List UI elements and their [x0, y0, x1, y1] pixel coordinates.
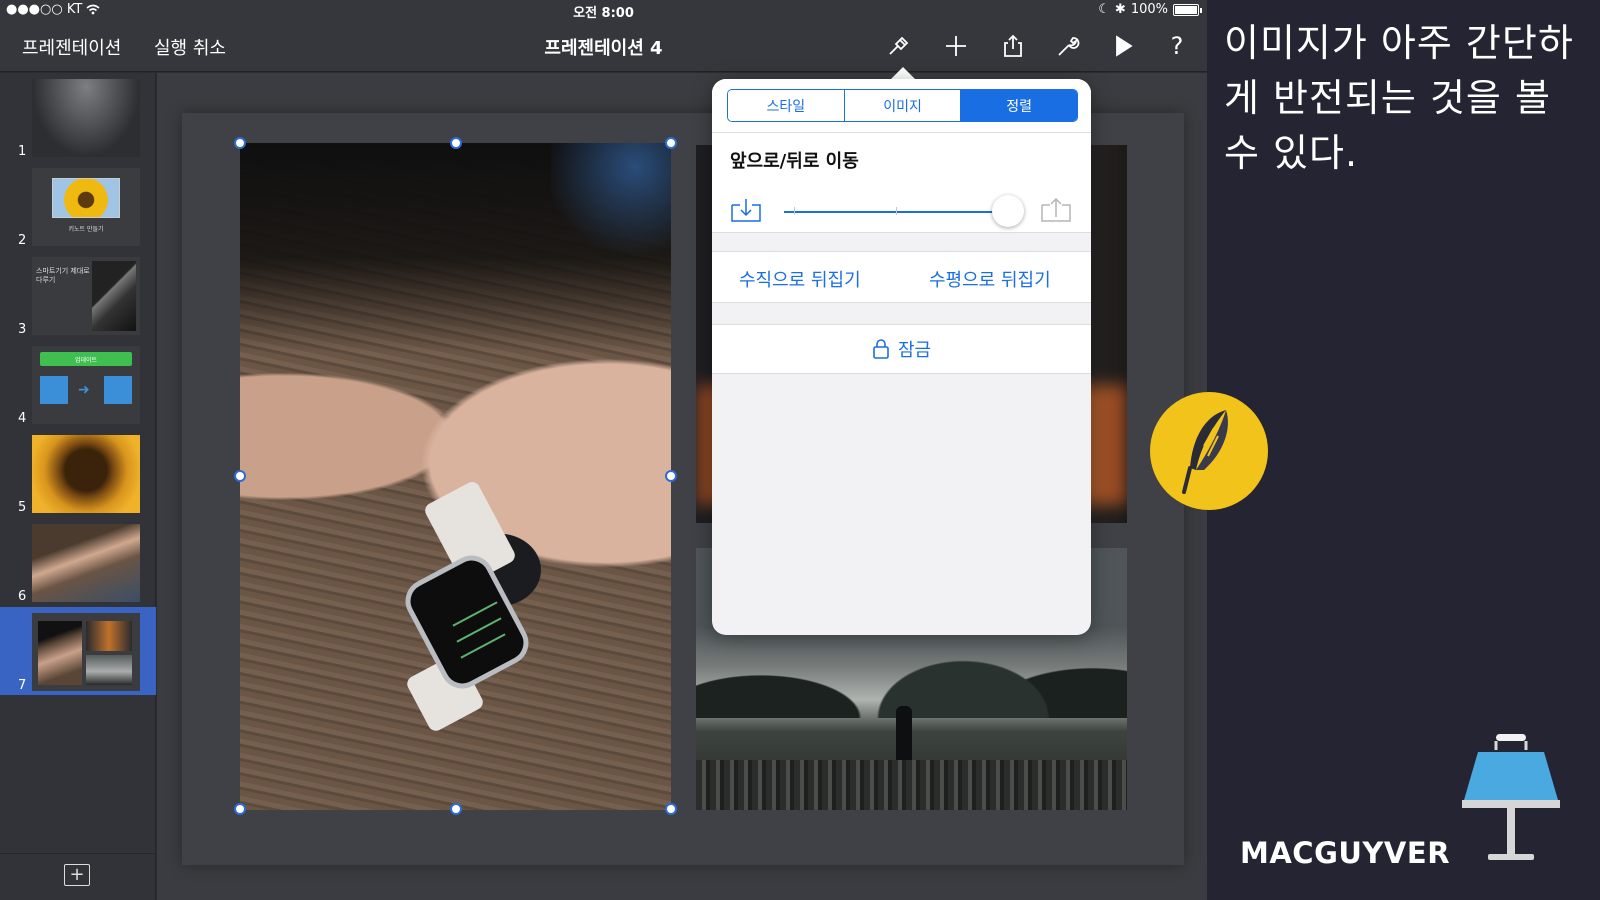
slide-4-caption: 업데이트 — [74, 357, 98, 364]
slide-5-preview — [32, 435, 140, 513]
selected-image-watch[interactable] — [240, 143, 671, 810]
slide-number: 6 — [18, 589, 27, 604]
move-forward-back-section: 앞으로/뒤로 이동 — [712, 133, 1091, 233]
segmented-control: 스타일 이미지 정렬 — [727, 89, 1078, 122]
resize-handle-top-right[interactable] — [665, 137, 677, 149]
status-bar: ●●●○○ KT 오전 8:00 ☾ ✱ 100% — [0, 0, 1207, 21]
lock-icon — [873, 339, 889, 359]
moon-icon: ☾ — [1098, 2, 1110, 17]
slide-thumbnail-4[interactable]: 업데이트 ➜ 4 — [0, 340, 156, 428]
undo-button[interactable]: 실행 취소 — [154, 34, 226, 60]
plus-icon[interactable] — [940, 30, 972, 62]
slide-thumbnail-6[interactable]: 6 — [0, 518, 156, 606]
slide-1-preview — [32, 79, 140, 157]
play-icon[interactable] — [1107, 30, 1139, 62]
keynote-logo-icon — [1460, 730, 1560, 870]
bluetooth-icon: ✱ — [1114, 2, 1126, 17]
wrench-icon[interactable] — [1052, 30, 1084, 62]
tab-image[interactable]: 이미지 — [844, 90, 962, 121]
slide-thumbnail-7[interactable]: 7 — [0, 607, 156, 695]
keynote-ipad-screen: ●●●○○ KT 오전 8:00 ☾ ✱ 100% 프레젠테이션 실행 취소 프… — [0, 0, 1207, 900]
plus-icon: + — [69, 864, 85, 885]
slide-number: 2 — [18, 233, 27, 248]
slide-thumbnail-2[interactable]: 키노트 만들기 2 — [0, 162, 156, 250]
flip-vertical-button[interactable]: 수직으로 뒤집기 — [739, 266, 861, 292]
resize-handle-top-left[interactable] — [234, 137, 246, 149]
slide-7-preview — [32, 613, 140, 691]
slide-3-preview: 스마트기기 제대로 다루기 — [32, 257, 140, 335]
brand-label: MACGUYVER — [1240, 836, 1451, 870]
format-brush-icon[interactable] — [882, 30, 914, 62]
slide-number: 5 — [18, 500, 27, 515]
flip-section: 수직으로 뒤집기 수평으로 뒤집기 — [712, 251, 1091, 303]
popover-tab-bar: 스타일 이미지 정렬 — [712, 79, 1091, 133]
resize-handle-bottom-left[interactable] — [234, 803, 246, 815]
layer-slider-thumb[interactable] — [992, 195, 1024, 227]
slide-thumbnail-1[interactable]: 1 — [0, 73, 156, 161]
share-icon[interactable] — [997, 30, 1029, 62]
slide-thumbnail-3[interactable]: 스마트기기 제대로 다루기 3 — [0, 251, 156, 339]
flip-horizontal-button[interactable]: 수평으로 뒤집기 — [929, 266, 1051, 292]
sidebar-divider — [0, 853, 156, 854]
send-to-back-icon[interactable] — [730, 195, 762, 223]
slide-number: 1 — [18, 144, 27, 159]
feather-logo-icon — [1150, 392, 1268, 510]
add-slide-button[interactable]: + — [64, 864, 90, 886]
battery-icon — [1173, 3, 1202, 16]
tab-arrange[interactable]: 정렬 — [961, 90, 1077, 121]
screenshot-root: ●●●○○ KT 오전 8:00 ☾ ✱ 100% 프레젠테이션 실행 취소 프… — [0, 0, 1600, 900]
slide-2-preview: 키노트 만들기 — [32, 168, 140, 246]
lock-label: 잠금 — [897, 340, 932, 361]
slide-2-caption: 키노트 만들기 — [68, 226, 104, 233]
slider-tick — [896, 207, 897, 215]
format-popover: 스타일 이미지 정렬 앞으로/뒤로 이동 수직으로 뒤집기 수평으로 뒤집기 잠… — [712, 79, 1091, 635]
lock-button[interactable]: 잠금 — [712, 324, 1091, 374]
slider-tick — [794, 207, 795, 215]
slide-6-preview — [32, 524, 140, 602]
person-silhouette — [896, 706, 912, 764]
resize-handle-bottom-right[interactable] — [665, 803, 677, 815]
help-icon[interactable]: ? — [1161, 30, 1193, 62]
slide-4-preview: 업데이트 ➜ — [32, 346, 140, 424]
caption-text: 이미지가 아주 간단하게 반전되는 것을 볼 수 있다. — [1224, 21, 1574, 175]
slide-3-caption: 스마트기기 제대로 다루기 — [36, 267, 90, 284]
slide-thumbnail-5[interactable]: 5 — [0, 429, 156, 517]
resize-handle-top[interactable] — [450, 137, 462, 149]
status-right: ☾ ✱ 100% — [1098, 2, 1202, 17]
slide-navigator: 1 키노트 만들기 2 스마트기기 제대로 다루기 3 업데이트 ➜ 4 5 6… — [0, 73, 156, 900]
slide-number: 3 — [18, 322, 27, 337]
presentations-button[interactable]: 프레젠테이션 — [22, 34, 121, 60]
status-time: 오전 8:00 — [573, 6, 634, 21]
tab-style[interactable]: 스타일 — [728, 90, 845, 121]
bring-to-front-icon[interactable] — [1040, 195, 1072, 223]
battery-percent: 100% — [1130, 2, 1168, 17]
resize-handle-right[interactable] — [665, 470, 677, 482]
slide-number: 4 — [18, 411, 27, 426]
resize-handle-left[interactable] — [234, 470, 246, 482]
slide-number: 7 — [18, 678, 27, 693]
layer-slider-track[interactable] — [784, 207, 1008, 215]
arrange-title: 앞으로/뒤로 이동 — [730, 151, 859, 172]
toolbar: 프레젠테이션 실행 취소 프레젠테이션 4 ? — [0, 20, 1207, 72]
resize-handle-bottom[interactable] — [450, 803, 462, 815]
